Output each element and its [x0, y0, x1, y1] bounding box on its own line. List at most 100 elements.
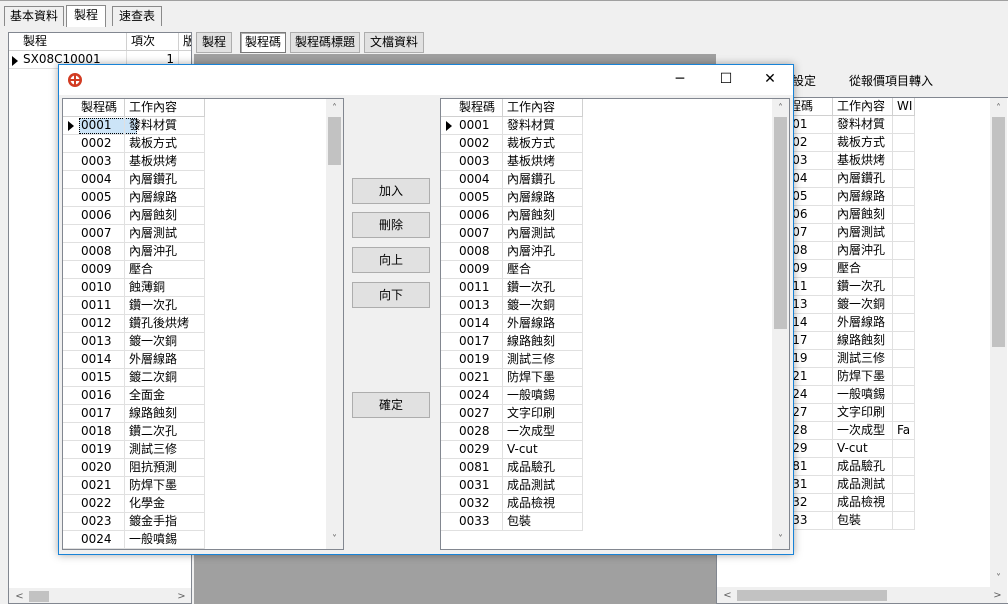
table-row[interactable]: Fa [893, 422, 915, 440]
table-row[interactable] [893, 332, 915, 350]
table-row[interactable]: 外層線路 [125, 351, 205, 369]
table-row[interactable]: 0012 [63, 315, 125, 333]
move-down-button[interactable]: 向下 [352, 282, 430, 308]
table-row[interactable]: 基板烘烤 [125, 153, 205, 171]
subtab-process-code-title[interactable]: 製程碼標題 [290, 32, 360, 53]
table-row[interactable]: 裁板方式 [833, 134, 893, 152]
grid-header-code[interactable]: 製程碼 [441, 99, 503, 117]
table-row[interactable]: 發料材質 [833, 116, 893, 134]
scroll-up-icon[interactable]: ˄ [326, 100, 343, 117]
table-row[interactable]: 基板烘烤 [833, 152, 893, 170]
table-row[interactable]: 線路蝕刻 [503, 333, 583, 351]
table-row[interactable]: 0019 [63, 441, 125, 459]
settings-label[interactable]: 設定 [792, 72, 816, 89]
grid-header-wi[interactable]: WI [893, 98, 915, 116]
table-row[interactable]: 線路蝕刻 [833, 332, 893, 350]
tab-quick-lookup[interactable]: 速查表 [112, 6, 162, 26]
table-row[interactable] [893, 242, 915, 260]
table-row[interactable]: 0020 [63, 459, 125, 477]
table-row[interactable]: 防焊下墨 [833, 368, 893, 386]
table-row[interactable]: 0081 [441, 459, 503, 477]
table-row[interactable]: 防焊下墨 [125, 477, 205, 495]
grid-header-work-content[interactable]: 工作內容 [503, 99, 583, 117]
table-row[interactable] [893, 296, 915, 314]
table-row[interactable]: 0013 [441, 297, 503, 315]
table-row[interactable]: 成品驗孔 [503, 459, 583, 477]
table-row[interactable]: 0028 [441, 423, 503, 441]
table-row[interactable]: 鑽一次孔 [125, 297, 205, 315]
table-row[interactable]: 0006 [441, 207, 503, 225]
table-row[interactable]: 0002 [441, 135, 503, 153]
table-row[interactable]: 測試三修 [125, 441, 205, 459]
table-row[interactable]: 0004 [441, 171, 503, 189]
scroll-down-icon[interactable]: ˅ [326, 531, 343, 548]
tab-basic-info[interactable]: 基本資料 [4, 6, 64, 26]
table-row[interactable]: 裁板方式 [503, 135, 583, 153]
scroll-down-icon[interactable]: ˅ [772, 531, 789, 548]
table-row[interactable]: 外層線路 [833, 314, 893, 332]
scroll-thumb[interactable] [328, 117, 341, 165]
table-row[interactable]: 0002 [63, 135, 125, 153]
table-row[interactable]: 0010 [63, 279, 125, 297]
table-row[interactable]: 測試三修 [503, 351, 583, 369]
table-row[interactable]: 0005 [441, 189, 503, 207]
table-row[interactable]: 內層沖孔 [833, 242, 893, 260]
table-row[interactable]: 0005 [63, 189, 125, 207]
horizontal-scrollbar[interactable]: < > [717, 587, 1007, 603]
table-row[interactable]: 0031 [441, 477, 503, 495]
table-row[interactable]: 0024 [441, 387, 503, 405]
table-row[interactable]: 0021 [63, 477, 125, 495]
table-row[interactable] [893, 224, 915, 242]
vertical-scrollbar[interactable]: ˄ ˅ [326, 99, 343, 549]
move-up-button[interactable]: 向上 [352, 247, 430, 273]
table-row[interactable]: 鍍一次銅 [833, 296, 893, 314]
delete-button[interactable]: 刪除 [352, 212, 430, 238]
table-row[interactable]: 內層蝕刻 [503, 207, 583, 225]
vertical-scrollbar[interactable]: ˄ ˅ [772, 99, 789, 549]
table-row[interactable] [893, 188, 915, 206]
table-row[interactable]: 成品測試 [503, 477, 583, 495]
table-row[interactable]: 一次成型 [503, 423, 583, 441]
table-row[interactable]: 內層鑽孔 [503, 171, 583, 189]
table-row[interactable]: 0014 [441, 315, 503, 333]
scroll-left-icon[interactable]: < [719, 587, 736, 603]
table-row[interactable]: V-cut [503, 441, 583, 459]
grid-header-item[interactable]: 項次 [127, 33, 179, 51]
table-row[interactable] [893, 494, 915, 512]
table-row[interactable]: 文字印刷 [833, 404, 893, 422]
table-row[interactable]: V-cut [833, 440, 893, 458]
table-row[interactable]: 壓合 [503, 261, 583, 279]
scroll-right-icon[interactable]: > [989, 587, 1006, 603]
table-row[interactable]: 內層蝕刻 [833, 206, 893, 224]
table-row[interactable]: 0011 [63, 297, 125, 315]
table-row[interactable]: 0014 [63, 351, 125, 369]
table-row[interactable]: 0023 [63, 513, 125, 531]
scroll-up-icon[interactable]: ˄ [990, 100, 1007, 117]
table-row[interactable] [893, 368, 915, 386]
scroll-up-icon[interactable]: ˄ [772, 100, 789, 117]
table-row[interactable]: 外層線路 [503, 315, 583, 333]
table-row[interactable]: 0027 [441, 405, 503, 423]
table-row[interactable]: 成品檢視 [833, 494, 893, 512]
grid-header-process[interactable]: 製程 [9, 33, 127, 51]
table-row[interactable]: 0017 [63, 405, 125, 423]
scroll-thumb[interactable] [774, 117, 787, 329]
table-row[interactable]: 0015 [63, 369, 125, 387]
table-row[interactable] [893, 404, 915, 422]
grid-header-work-content[interactable]: 工作內容 [125, 99, 205, 117]
table-row[interactable] [893, 206, 915, 224]
subtab-process-code[interactable]: 製程碼 [240, 32, 286, 53]
table-row[interactable]: 0009 [63, 261, 125, 279]
table-row[interactable]: 全面金 [125, 387, 205, 405]
table-row[interactable]: 0011 [441, 279, 503, 297]
table-row[interactable]: 0003 [63, 153, 125, 171]
table-row[interactable] [893, 260, 915, 278]
table-row[interactable]: 包裝 [503, 513, 583, 531]
maximize-button[interactable]: ☐ [703, 65, 749, 95]
table-row[interactable]: 發料材質 [503, 117, 583, 135]
grid-header-version[interactable]: 版 [179, 33, 191, 51]
table-row[interactable]: 內層蝕刻 [125, 207, 205, 225]
table-row[interactable]: 內層測試 [833, 224, 893, 242]
table-row[interactable]: 0008 [441, 243, 503, 261]
table-row[interactable] [893, 386, 915, 404]
